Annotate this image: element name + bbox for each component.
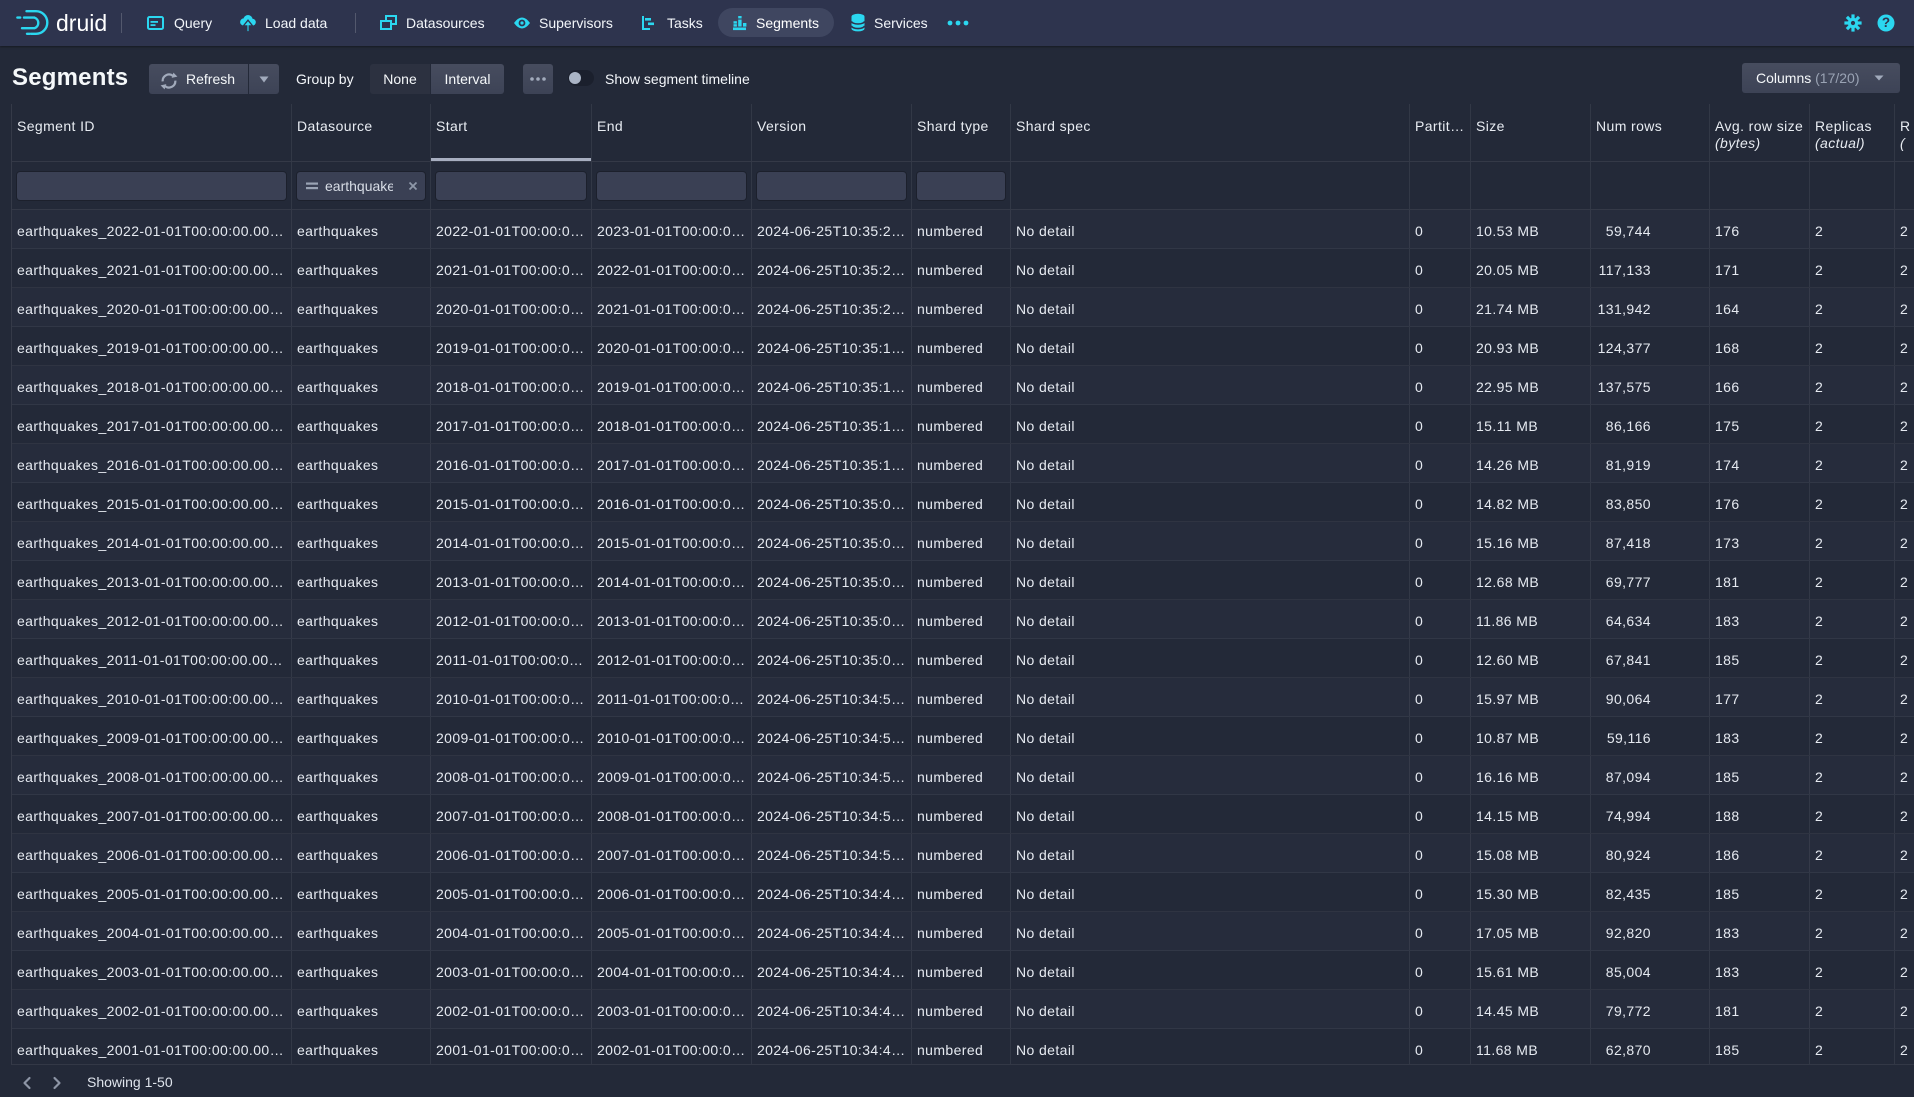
svg-text:?: ? [1882,15,1890,30]
